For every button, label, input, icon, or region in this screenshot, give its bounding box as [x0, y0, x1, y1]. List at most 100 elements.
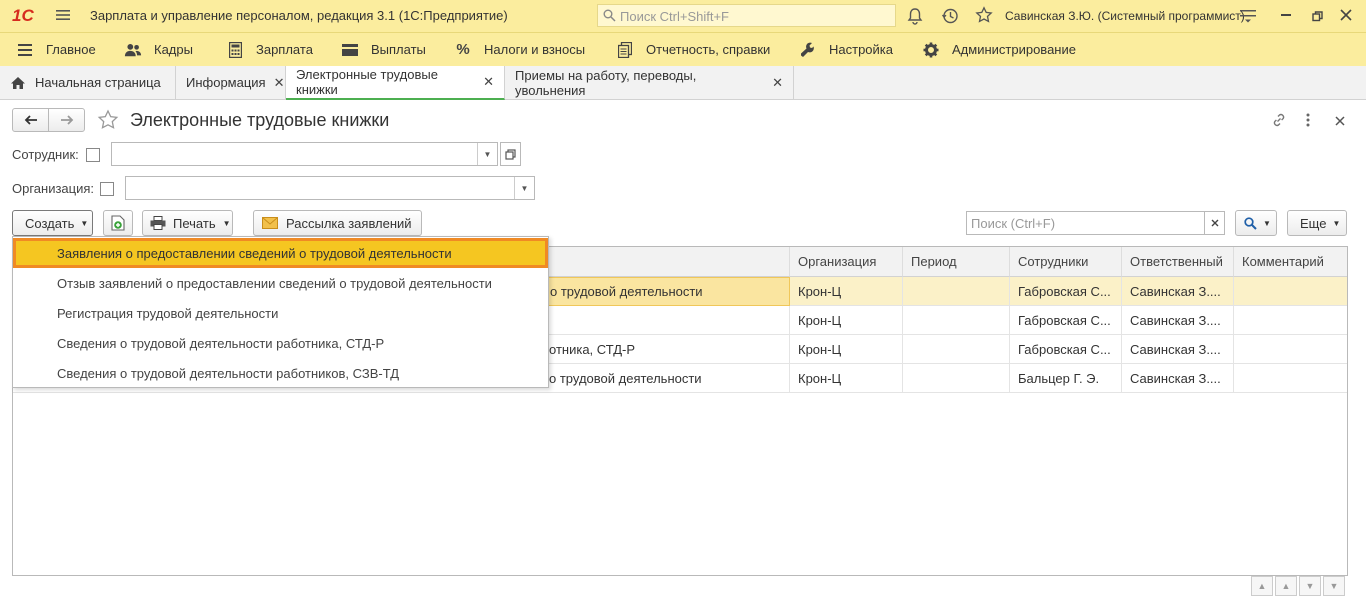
reports-icon [616, 41, 634, 59]
menu-main[interactable]: Главное [16, 33, 96, 66]
global-search-input[interactable]: Поиск Ctrl+Shift+F [597, 4, 896, 27]
menu-item-statement-request[interactable]: Заявления о предоставлении сведений о тр… [13, 238, 548, 268]
tab-electronic-work-books[interactable]: Электронные трудовые книжки ✕ [286, 66, 505, 100]
column-header-period[interactable]: Период [903, 247, 1010, 277]
home-icon [11, 76, 25, 89]
menu-item-labor-registration[interactable]: Регистрация трудовой деятельности [13, 298, 548, 328]
cell-responsible: Савинская З.... [1122, 335, 1234, 364]
scroll-to-bottom-button[interactable]: ▼ [1323, 576, 1345, 596]
cell-organization: Крон-Ц [790, 306, 903, 335]
menu-settings-label: Настройка [829, 42, 893, 57]
favorites-star-icon[interactable] [975, 6, 993, 27]
close-tab-icon[interactable]: ✕ [483, 74, 494, 90]
scroll-to-top-button[interactable]: ▲ [1251, 576, 1273, 596]
menu-taxes[interactable]: % Налоги и взносы [454, 33, 585, 66]
create-dropdown-menu: Заявления о предоставлении сведений о тр… [12, 236, 549, 388]
wallet-icon [341, 41, 359, 59]
app-logo[interactable]: 1С [12, 6, 34, 26]
tab-home[interactable]: Начальная страница [0, 66, 176, 99]
more-button-label: Еще [1300, 215, 1327, 231]
open-windows-tabs: Начальная страница Информация ✕ Электрон… [0, 66, 1366, 100]
organization-field[interactable]: ▼ [125, 176, 535, 200]
search-icon [603, 9, 616, 22]
print-button[interactable]: Печать ▼ [142, 210, 233, 236]
bell-icon[interactable] [906, 7, 924, 28]
menu-reports[interactable]: Отчетность, справки [616, 33, 770, 66]
search-options-button[interactable]: ▼ [1235, 210, 1277, 236]
column-header-comment[interactable]: Комментарий [1234, 247, 1347, 277]
restore-icon[interactable] [1312, 10, 1323, 25]
more-actions-icon[interactable] [1306, 113, 1310, 130]
clear-icon [1211, 219, 1218, 227]
menu-item-statement-withdrawal[interactable]: Отзыв заявлений о предоставлении сведени… [13, 268, 548, 298]
organization-filter-checkbox[interactable] [100, 182, 114, 196]
menu-payments[interactable]: Выплаты [341, 33, 426, 66]
close-form-icon[interactable] [1335, 114, 1345, 129]
cell-organization: Крон-Ц [790, 277, 903, 306]
hamburger-icon [16, 41, 34, 59]
column-header-employees[interactable]: Сотрудники [1010, 247, 1122, 277]
scroll-up-button[interactable]: ▲ [1275, 576, 1297, 596]
chevron-down-icon[interactable]: ▼ [477, 143, 497, 165]
menu-settings[interactable]: Настройка [799, 33, 893, 66]
main-menu-icon[interactable] [56, 8, 70, 22]
tab-home-label: Начальная страница [35, 75, 161, 90]
calculator-icon [226, 41, 244, 59]
open-employee-button[interactable] [500, 142, 521, 166]
clear-search-button[interactable] [1204, 211, 1225, 235]
app-title: Зарплата и управление персоналом, редакц… [90, 8, 508, 23]
more-button[interactable]: Еще ▼ [1287, 210, 1347, 236]
cell-period [903, 364, 1010, 393]
cell-comment [1234, 335, 1347, 364]
scroll-down-button[interactable]: ▼ [1299, 576, 1321, 596]
add-document-icon [111, 215, 125, 231]
close-window-icon[interactable] [1340, 9, 1352, 24]
settings-menu-icon[interactable] [1240, 9, 1256, 26]
favorite-star-icon[interactable] [97, 109, 119, 134]
chevron-down-icon[interactable]: ▼ [514, 177, 534, 199]
employee-field[interactable]: ▼ [111, 142, 498, 166]
percent-icon: % [456, 41, 470, 58]
employee-filter-label: Сотрудник: [12, 147, 79, 162]
menu-main-label: Главное [46, 42, 96, 57]
people-icon [124, 41, 142, 59]
employee-filter-checkbox[interactable] [86, 148, 100, 162]
cell-employees: Габровская С... [1010, 335, 1122, 364]
menu-administration-label: Администрирование [952, 42, 1076, 57]
forward-button[interactable] [48, 108, 85, 132]
sections-menu: Главное Кадры Зарплата Выплаты % Налоги … [0, 32, 1366, 66]
copy-document-button[interactable] [103, 210, 133, 236]
tab-information[interactable]: Информация ✕ [176, 66, 286, 99]
menu-item-std-r[interactable]: Сведения о трудовой деятельности работни… [13, 328, 548, 358]
mailing-button[interactable]: Рассылка заявлений [253, 210, 422, 236]
global-search-placeholder: Поиск Ctrl+Shift+F [620, 9, 729, 24]
cell-comment [1234, 306, 1347, 335]
tab-hiring-transfers[interactable]: Приемы на работу, переводы, увольнения ✕ [505, 66, 794, 99]
create-button-label: Создать [25, 215, 75, 231]
minimize-icon[interactable] [1281, 14, 1291, 16]
history-icon[interactable] [941, 7, 959, 28]
list-search-placeholder: Поиск (Ctrl+F) [971, 216, 1056, 231]
close-tab-icon[interactable]: ✕ [772, 75, 783, 91]
back-button[interactable] [12, 108, 49, 132]
cell-responsible: Савинская З.... [1122, 306, 1234, 335]
list-search-input[interactable]: Поиск (Ctrl+F) [966, 211, 1205, 235]
tab-information-label: Информация [186, 75, 266, 90]
menu-hr[interactable]: Кадры [124, 33, 193, 66]
link-icon[interactable] [1271, 112, 1287, 131]
gear-icon [922, 41, 940, 59]
menu-administration[interactable]: Администрирование [922, 33, 1076, 66]
create-button[interactable]: Создать ▼ [12, 210, 93, 236]
current-user[interactable]: Савинская З.Ю. (Системный программист) [1005, 9, 1245, 23]
cell-comment [1234, 277, 1347, 306]
menu-item-szv-td[interactable]: Сведения о трудовой деятельности работни… [13, 358, 548, 388]
close-tab-icon[interactable]: ✕ [274, 75, 285, 91]
chevron-down-icon: ▼ [222, 218, 231, 228]
cell-employees: Габровская С... [1010, 306, 1122, 335]
column-header-responsible[interactable]: Ответственный [1122, 247, 1234, 277]
menu-salary[interactable]: Зарплата [226, 33, 313, 66]
tab-electronic-work-books-label: Электронные трудовые книжки [296, 67, 438, 97]
chevron-down-icon: ▼ [1332, 218, 1341, 228]
menu-taxes-label: Налоги и взносы [484, 42, 586, 57]
column-header-organization[interactable]: Организация [790, 247, 903, 277]
